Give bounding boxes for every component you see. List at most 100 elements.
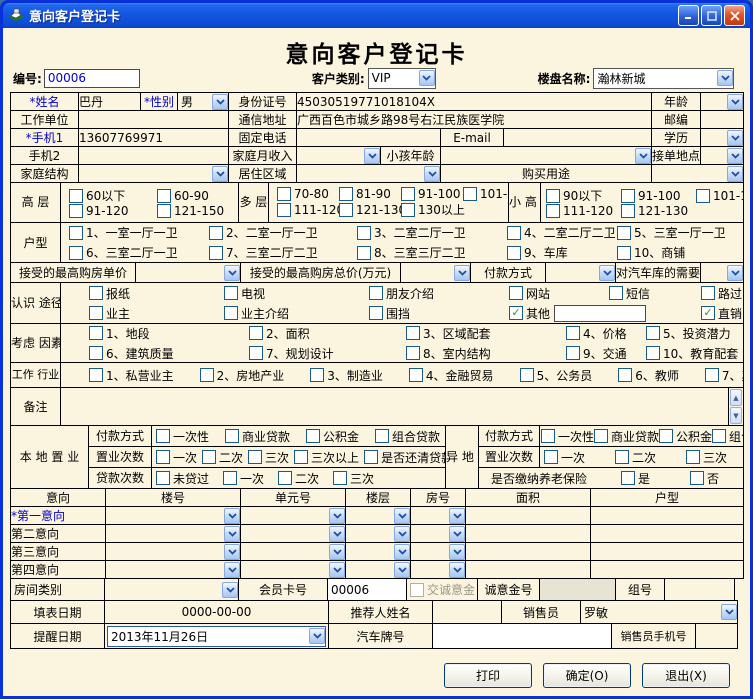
chevron-down-icon[interactable] xyxy=(721,604,737,620)
checkbox-option[interactable]: 组合贷款 xyxy=(712,428,743,445)
chevron-down-icon[interactable] xyxy=(394,544,410,560)
intent1-building-select[interactable] xyxy=(106,507,241,525)
chevron-down-icon[interactable] xyxy=(727,148,743,164)
checkbox-option[interactable]: 90以下 xyxy=(546,187,621,204)
chevron-down-icon[interactable] xyxy=(224,562,240,578)
age-select[interactable] xyxy=(701,93,744,111)
checkbox-option[interactable]: 5、投资潜力 xyxy=(646,325,743,342)
remark-textarea[interactable] xyxy=(61,388,729,426)
chevron-down-icon[interactable] xyxy=(329,562,345,578)
checkbox-option[interactable]: 4、二室二厅二卫 xyxy=(507,224,617,241)
checkbox-option[interactable]: 9、交通 xyxy=(566,345,646,362)
intent2-building-select[interactable] xyxy=(106,525,241,543)
checkbox-option[interactable]: 二次 xyxy=(202,449,243,466)
chevron-down-icon[interactable] xyxy=(329,544,345,560)
chevron-down-icon[interactable] xyxy=(224,508,240,524)
chevron-down-icon[interactable] xyxy=(449,526,465,542)
checkbox-option[interactable]: 公积金 xyxy=(659,428,712,445)
scroll-up-icon[interactable]: ▲ xyxy=(730,389,742,406)
checkbox-checked-icon[interactable]: ✓ xyxy=(701,306,715,320)
checkbox-option[interactable]: 网站 xyxy=(509,285,609,302)
checkbox-option[interactable]: 围挡 xyxy=(369,305,509,322)
checkbox-option[interactable]: 8、三室三厅二卫 xyxy=(357,244,507,261)
checkbox-option[interactable]: 一次性 xyxy=(541,428,594,445)
other-input[interactable] xyxy=(554,305,646,322)
checkbox-option[interactable]: 60以下 xyxy=(69,187,157,204)
sales-phone-field[interactable] xyxy=(695,623,738,649)
intent1-room-select[interactable] xyxy=(411,507,466,525)
checkbox-option[interactable]: 7、其他 xyxy=(705,367,744,384)
intent4-unit-select[interactable] xyxy=(241,561,346,579)
intent3-floor-select[interactable] xyxy=(346,543,411,561)
order-place-select[interactable] xyxy=(701,147,744,165)
checkbox-option[interactable]: 5、三室一厅一卫 xyxy=(617,224,743,241)
chevron-down-icon[interactable] xyxy=(727,265,743,281)
checkbox-option[interactable]: 91-100 xyxy=(401,187,463,201)
max-unit-price-select[interactable] xyxy=(136,263,241,283)
chevron-down-icon[interactable] xyxy=(424,166,440,182)
chevron-down-icon[interactable] xyxy=(727,166,743,182)
member-card-input[interactable]: 00006 xyxy=(327,578,407,601)
chevron-down-icon[interactable] xyxy=(394,508,410,524)
pay-method-select[interactable] xyxy=(546,263,616,283)
print-button[interactable]: 打印 xyxy=(444,663,532,688)
minimize-button[interactable] xyxy=(678,5,699,26)
mobile2-value[interactable] xyxy=(79,147,229,165)
checkbox-option[interactable]: 8、室内结构 xyxy=(406,345,566,362)
name-value[interactable]: 巴丹 xyxy=(79,93,141,111)
checkbox-option[interactable]: 公积金 xyxy=(306,428,359,445)
region-select[interactable] xyxy=(297,165,441,183)
checkbox-option[interactable]: 一次 xyxy=(544,449,585,466)
checkbox-option[interactable]: 三次 xyxy=(248,449,289,466)
intent3-unit-select[interactable] xyxy=(241,543,346,561)
intent4-building-select[interactable] xyxy=(106,561,241,579)
checkbox-option[interactable]: 一次 xyxy=(223,470,264,487)
checkbox-option[interactable]: 商业贷款 xyxy=(594,428,659,445)
chevron-down-icon[interactable] xyxy=(727,130,743,146)
chevron-down-icon[interactable] xyxy=(635,148,651,164)
intent2-floor-select[interactable] xyxy=(346,525,411,543)
intent3-building-select[interactable] xyxy=(106,543,241,561)
checkbox-option[interactable]: 4、价格 xyxy=(566,325,646,342)
checkbox-option[interactable]: 70-80 xyxy=(277,187,339,201)
intent2-room-select[interactable] xyxy=(411,525,466,543)
chevron-down-icon[interactable] xyxy=(329,526,345,542)
checkbox-option[interactable]: 业主 xyxy=(89,305,224,322)
garage-need-select[interactable] xyxy=(701,263,744,283)
checkbox-option[interactable]: 电视 xyxy=(224,285,369,302)
checkbox-option[interactable]: 6、三室二厅一卫 xyxy=(69,244,209,261)
checkbox-option[interactable]: 短信 xyxy=(609,285,701,302)
checkbox-option[interactable]: 10、商铺 xyxy=(617,244,743,261)
checkbox-option[interactable]: 三次以上 xyxy=(294,449,359,466)
checkbox-option[interactable]: 报纸 xyxy=(89,285,224,302)
earnest-checkbox[interactable]: 交诚意金 xyxy=(410,581,475,598)
checkbox-option[interactable]: 组合贷款 xyxy=(375,428,440,445)
intent1-unit-select[interactable] xyxy=(241,507,346,525)
scroll-down-icon[interactable]: ▼ xyxy=(730,407,742,424)
intent4-room-select[interactable] xyxy=(411,561,466,579)
chevron-down-icon[interactable] xyxy=(449,508,465,524)
checkbox-option[interactable]: 业主介绍 xyxy=(224,305,369,322)
group-no-field[interactable] xyxy=(664,578,735,601)
checkbox-option[interactable]: 是 xyxy=(621,470,650,487)
property-select[interactable]: 瀚林新城 xyxy=(593,68,734,89)
gender-select[interactable]: 男 xyxy=(178,93,229,111)
mobile1-value[interactable]: 13607769971 xyxy=(79,129,229,147)
room-category-select[interactable] xyxy=(104,578,239,601)
chevron-down-icon[interactable] xyxy=(727,94,743,110)
checkbox-option[interactable]: 91-100 xyxy=(621,189,696,203)
checkbox-option[interactable]: 130以上 xyxy=(401,201,463,218)
close-button[interactable] xyxy=(724,5,745,26)
checkbox-option[interactable]: 朋友介绍 xyxy=(369,285,509,302)
checkbox-option[interactable]: 1、地段 xyxy=(89,325,249,342)
no-input[interactable]: 00006 xyxy=(44,69,140,88)
education-select[interactable] xyxy=(701,129,744,147)
chevron-down-icon[interactable] xyxy=(394,562,410,578)
chevron-down-icon[interactable] xyxy=(309,628,325,644)
checkbox-other[interactable]: ✓其他 xyxy=(509,305,550,322)
checkbox-option[interactable]: 三次 xyxy=(333,470,374,487)
checkbox-option[interactable]: 未贷过 xyxy=(156,470,209,487)
email-value[interactable] xyxy=(504,129,652,147)
chevron-down-icon[interactable] xyxy=(394,526,410,542)
checkbox-option[interactable]: 91-120 xyxy=(69,204,157,218)
